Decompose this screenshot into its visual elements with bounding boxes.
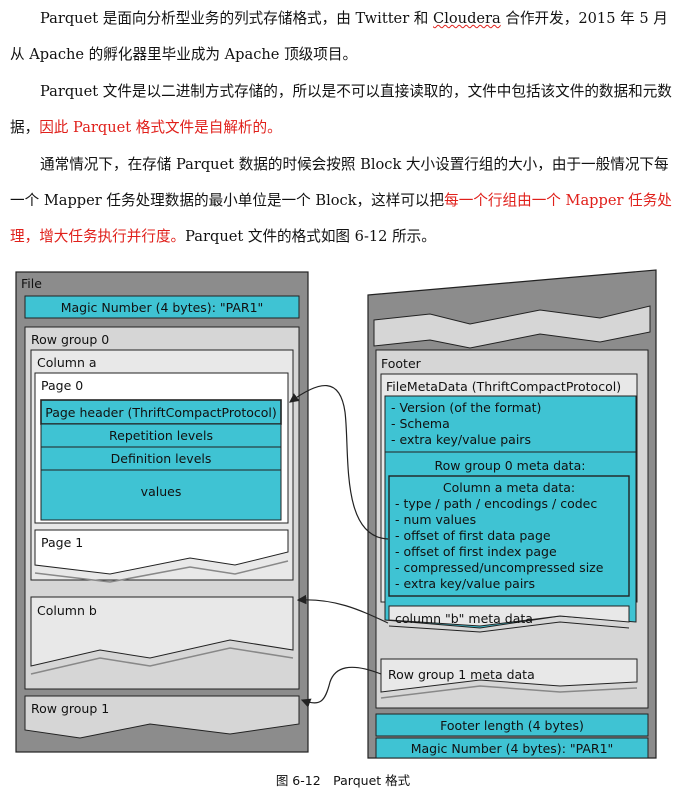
- column-a-meta-data-page: - offset of first data page: [395, 528, 551, 543]
- paragraph-rowgroup: 通常情况下，在存储 Parquet 数据的时候会按照 Block 大小设置行组的…: [10, 147, 678, 255]
- row-group-0-label: Row group 0: [31, 332, 109, 347]
- repetition-levels-label: Repetition levels: [109, 428, 213, 443]
- column-a-meta-num-values: - num values: [395, 512, 476, 527]
- footer-label: Footer: [381, 356, 422, 371]
- column-a-label: Column a: [37, 355, 97, 370]
- parquet-format-diagram: File Magic Number (4 bytes): "PAR1" Row …: [15, 269, 657, 759]
- column-a-metadata-label: Column a meta data:: [443, 480, 575, 495]
- magic-number-bottom-label: Magic Number (4 bytes): "PAR1": [411, 741, 614, 756]
- column-a-meta-size: - compressed/uncompressed size: [395, 560, 604, 575]
- metadata-field-schema: - Schema: [391, 416, 450, 431]
- column-a-meta-type: - type / path / encodings / codec: [395, 496, 597, 511]
- page-header-label: Page header (ThriftCompactProtocol): [45, 405, 277, 420]
- page-0-label: Page 0: [41, 378, 83, 393]
- column-a-meta-kv: - extra key/value pairs: [395, 576, 535, 591]
- column-b-metadata-label: column "b" meta data: [395, 611, 533, 626]
- footer-length-label: Footer length (4 bytes): [440, 718, 584, 733]
- page-1-label: Page 1: [41, 535, 83, 550]
- row-group-1-metadata-label: Row group 1 meta data: [388, 667, 535, 682]
- magic-number-top-label: Magic Number (4 bytes): "PAR1": [61, 300, 264, 315]
- spellcheck-word: Cloudera: [433, 10, 501, 27]
- paragraph-binary-highlight: 因此 Parquet 格式文件是自解析的。: [39, 119, 282, 136]
- metadata-field-version: - Version (of the format): [391, 400, 541, 415]
- row-group-0-metadata-label: Row group 0 meta data:: [435, 458, 586, 473]
- values-label: values: [141, 484, 182, 499]
- definition-levels-label: Definition levels: [111, 451, 212, 466]
- file-label: File: [21, 276, 42, 291]
- figure-caption: 图 6-12 Parquet 格式: [275, 773, 411, 788]
- file-metadata-label: FileMetaData (ThriftCompactProtocol): [386, 379, 621, 394]
- paragraph-intro: Parquet 是面向分析型业务的列式存储格式，由 Twitter 和 Clou…: [10, 1, 678, 73]
- paragraph-binary: Parquet 文件是以二进制方式存储的，所以是不可以直接读取的，文件中包括该文…: [10, 74, 678, 146]
- metadata-field-kv: - extra key/value pairs: [391, 432, 531, 447]
- row-group-1-label: Row group 1: [31, 701, 109, 716]
- column-a-meta-index-page: - offset of first index page: [395, 544, 557, 559]
- paragraph-rowgroup-text-end: Parquet 文件的格式如图 6-12 所示。: [185, 228, 436, 245]
- paragraph-intro-text: Parquet 是面向分析型业务的列式存储格式，由 Twitter 和: [40, 10, 434, 27]
- column-b-label: Column b: [37, 603, 97, 618]
